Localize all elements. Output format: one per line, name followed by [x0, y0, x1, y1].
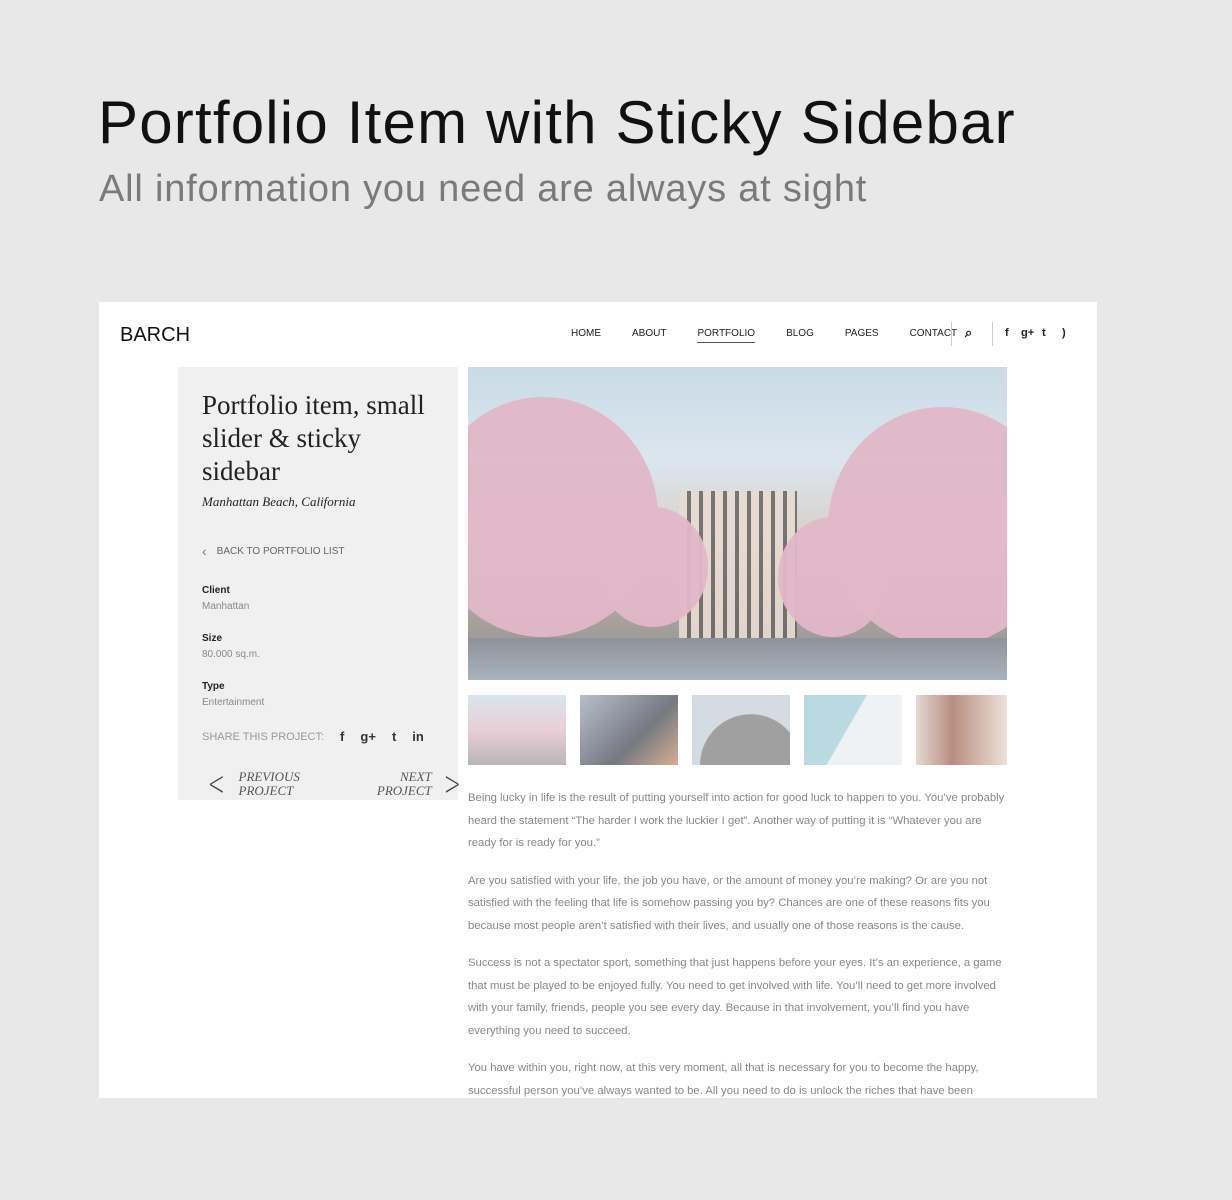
next-line: NEXT — [399, 769, 432, 784]
nav-pages[interactable]: PAGES — [845, 328, 879, 343]
facebook-icon[interactable]: f — [340, 729, 344, 744]
meta-label: Client — [202, 585, 230, 596]
sticky-sidebar: Portfolio item, small slider & sticky si… — [178, 367, 461, 804]
paragraph: You have within you, right now, at this … — [468, 1062, 979, 1097]
back-to-list-link[interactable]: ‹ BACK TO PORTFOLIO LIST — [202, 543, 434, 559]
rss-icon[interactable]: ) — [1062, 327, 1066, 339]
nav-blog[interactable]: BLOG — [786, 328, 814, 343]
facebook-icon[interactable]: f — [1005, 327, 1009, 339]
prev-line: PROJECT — [238, 783, 294, 798]
paragraph: Are you satisfied with your life, the jo… — [468, 874, 990, 932]
meta-label: Type — [202, 681, 225, 692]
project-meta: Client Manhattan Size 80.000 sq.m. Type … — [202, 585, 434, 708]
google-plus-icon[interactable]: g+ — [1021, 327, 1034, 339]
nav-portfolio[interactable]: PORTFOLIO — [697, 328, 756, 343]
thumbnail[interactable] — [692, 695, 790, 765]
tree-graphic — [598, 507, 708, 627]
prev-line: PREVIOUS — [238, 769, 300, 784]
thumbnail[interactable] — [468, 695, 566, 765]
next-line: PROJECT — [376, 783, 432, 798]
main-nav: HOME ABOUT PORTFOLIO BLOG PAGES CONTACT — [571, 328, 988, 343]
previous-project-link[interactable]: PREVIOUS PROJECT — [239, 770, 300, 798]
meta-value: Entertainment — [202, 697, 265, 708]
meta-value: Manhattan — [202, 601, 250, 612]
plaza-graphic — [468, 638, 1007, 680]
linkedin-icon[interactable]: in — [412, 729, 424, 744]
paragraph: Success is not a spectator sport, someth… — [468, 957, 1002, 1037]
thumbnail[interactable] — [580, 695, 678, 765]
project-location: Manhattan Beach, California — [202, 494, 356, 509]
share-label: SHARE THIS PROJECT: — [202, 730, 325, 743]
hero-title: Portfolio Item with Sticky Sidebar — [98, 89, 1016, 156]
meta-label: Size — [202, 633, 223, 644]
search-icon[interactable]: ⌕ — [965, 325, 972, 341]
site-preview: BARCH HOME ABOUT PORTFOLIO BLOG PAGES CO… — [99, 302, 1097, 1098]
site-logo[interactable]: BARCH — [120, 324, 190, 347]
thumbnail[interactable] — [804, 695, 902, 765]
project-title: Portfolio item, small slider & sticky si… — [202, 390, 425, 486]
main-slider-image[interactable] — [468, 367, 1007, 680]
tree-graphic — [778, 517, 888, 637]
twitter-icon[interactable]: t — [392, 729, 396, 744]
thumbnail[interactable] — [916, 695, 1007, 765]
project-description: Being lucky in life is the result of put… — [468, 787, 1008, 1098]
hero-subtitle: All information you need are always at s… — [99, 168, 868, 210]
chevron-left-icon: ‹ — [202, 543, 207, 559]
divider — [951, 322, 952, 346]
project-navigation: < PREVIOUS PROJECT NEXT PROJECT > — [202, 764, 461, 804]
next-project-link[interactable]: NEXT PROJECT — [377, 770, 432, 798]
nav-about[interactable]: ABOUT — [632, 328, 666, 343]
google-plus-icon[interactable]: g+ — [360, 729, 376, 744]
twitter-icon[interactable]: t — [1042, 327, 1046, 339]
share-row: SHARE THIS PROJECT: f g+ t in — [202, 729, 434, 744]
thumbnail-strip — [468, 695, 1021, 765]
nav-home[interactable]: HOME — [571, 328, 601, 343]
chevron-left-icon[interactable]: < — [208, 764, 225, 804]
chevron-right-icon[interactable]: > — [443, 764, 460, 804]
back-label: BACK TO PORTFOLIO LIST — [216, 545, 345, 557]
divider — [992, 322, 993, 346]
meta-value: 80.000 sq.m. — [202, 649, 260, 660]
paragraph: Being lucky in life is the result of put… — [468, 792, 1005, 849]
